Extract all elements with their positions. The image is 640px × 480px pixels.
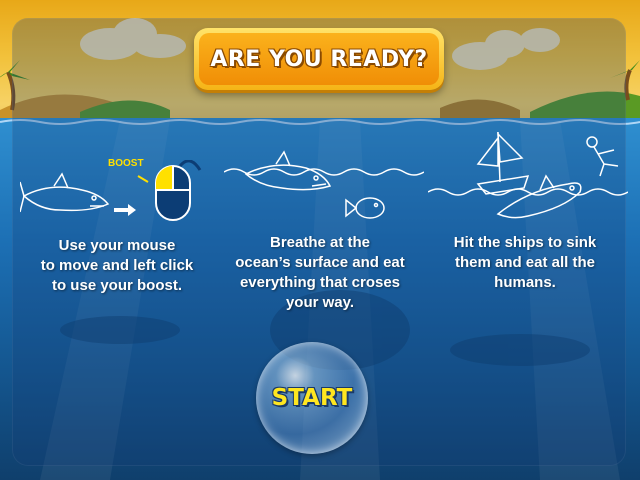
mouse-icon [137, 160, 202, 221]
instruction-surface: Breathe at the ocean’s surface and eat e… [235, 234, 405, 311]
mouse-control-illustration [20, 160, 202, 221]
title-banner-inner: ARE YOU READY? [199, 33, 439, 85]
start-button[interactable]: START [256, 342, 368, 454]
shark-icon [244, 150, 332, 191]
shark-icon [20, 172, 110, 213]
arrow-icon [114, 204, 136, 216]
fish-icon [345, 197, 385, 219]
page-title: ARE YOU READY? [210, 46, 428, 72]
instruction-ships: Hit the ships to sink them and eat all t… [453, 234, 597, 291]
ship-illustration [428, 131, 628, 219]
start-label: START [271, 385, 353, 411]
instruction-mouse: Use your mouse to move and left click to… [40, 237, 194, 294]
swimmer-icon [586, 136, 619, 177]
boost-label: BOOST [108, 158, 144, 169]
title-banner: ARE YOU READY? [194, 28, 444, 90]
ship-icon [476, 131, 530, 195]
shark-icon [496, 174, 582, 219]
surface-illustration [224, 150, 424, 219]
